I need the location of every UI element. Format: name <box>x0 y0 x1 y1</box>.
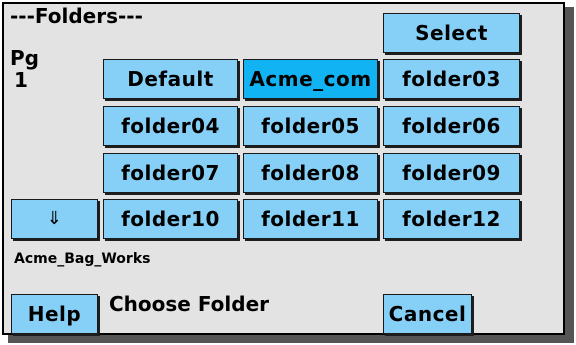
current-folder-name: Acme_Bag_Works <box>14 251 151 267</box>
folder-button[interactable]: folder12 <box>383 199 520 239</box>
folder-button-label: folder03 <box>402 67 501 91</box>
folder-button-label: folder11 <box>261 207 360 231</box>
folder-button-selected[interactable]: Acme_com <box>243 59 378 99</box>
folder-button[interactable]: folder05 <box>243 106 378 146</box>
page-label: Pg <box>10 46 39 70</box>
folder-button[interactable]: folder07 <box>103 153 238 193</box>
folder-button-label: folder12 <box>402 207 501 231</box>
help-button[interactable]: Help <box>11 294 98 334</box>
folder-button[interactable]: folder03 <box>383 59 520 99</box>
folder-button[interactable]: folder11 <box>243 199 378 239</box>
folder-button-label: folder04 <box>121 114 220 138</box>
folder-button[interactable]: folder06 <box>383 106 520 146</box>
prompt-text: Choose Folder <box>109 292 270 316</box>
arrow-down-icon: ⇓ <box>46 208 63 229</box>
folder-button-label: folder05 <box>261 114 360 138</box>
help-button-label: Help <box>27 302 82 326</box>
select-button-label: Select <box>415 21 488 45</box>
folder-button-label: Default <box>127 67 214 91</box>
folder-button-label: folder06 <box>402 114 501 138</box>
folder-button[interactable]: folder08 <box>243 153 378 193</box>
folder-button[interactable]: folder10 <box>103 199 238 239</box>
folder-button[interactable]: folder04 <box>103 106 238 146</box>
folder-button[interactable]: Default <box>103 59 238 99</box>
folder-button-label: folder07 <box>121 161 220 185</box>
cancel-button-label: Cancel <box>388 302 467 326</box>
folder-button-label: Acme_com <box>249 67 372 91</box>
folder-button-label: folder09 <box>402 161 501 185</box>
scroll-down-button[interactable]: ⇓ <box>11 199 98 239</box>
page-number: 1 <box>14 68 28 92</box>
cancel-button[interactable]: Cancel <box>383 294 472 334</box>
folder-button-label: folder08 <box>261 161 360 185</box>
folder-chooser-panel: ---Folders--- Pg 1 Select Default Acme_c… <box>2 2 565 335</box>
panel-title: ---Folders--- <box>10 4 143 28</box>
folder-button-label: folder10 <box>121 207 220 231</box>
folder-button[interactable]: folder09 <box>383 153 520 193</box>
select-button[interactable]: Select <box>383 13 520 53</box>
